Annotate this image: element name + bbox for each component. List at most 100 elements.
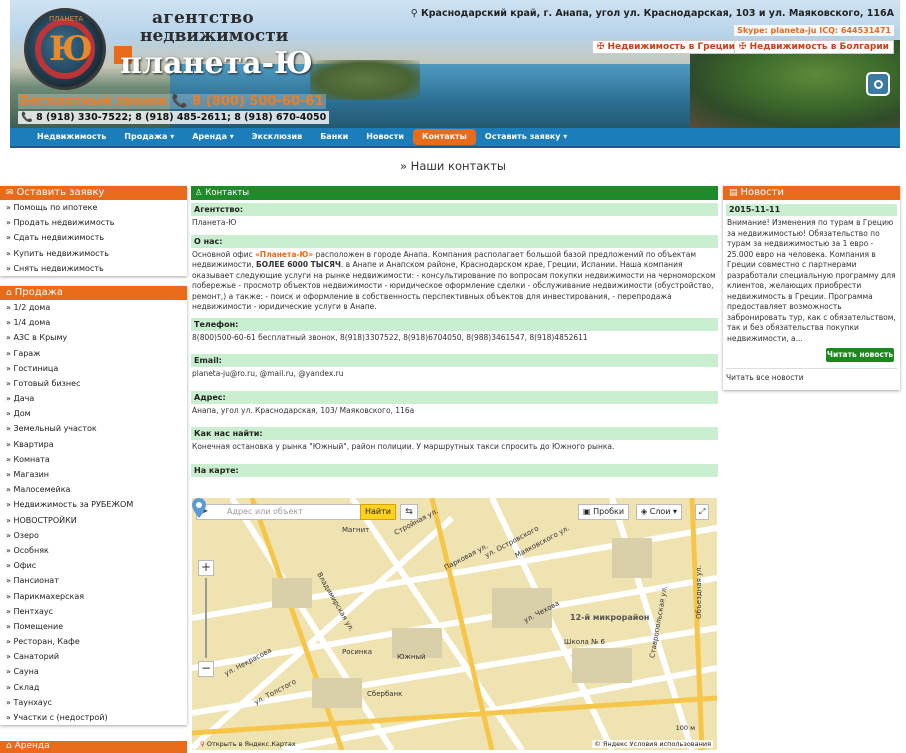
nav-item-banks[interactable]: Банки: [311, 129, 357, 145]
nav-item-sale[interactable]: Продажа ▾: [115, 129, 183, 145]
list-item[interactable]: » Озеро: [0, 528, 187, 543]
email-text[interactable]: planeta-ju@ro.ru, @mail.ru, @yandex.ru: [191, 367, 718, 382]
list-item[interactable]: » Купить недвижимость: [0, 246, 187, 261]
list-item[interactable]: » Ресторан, Кафе: [0, 634, 187, 649]
map-copyright[interactable]: © Яндекс Условия использования: [592, 740, 713, 748]
list-item[interactable]: » 1/2 дома: [0, 300, 187, 315]
greece-button[interactable]: ✠ Недвижимость в Греции: [591, 40, 740, 54]
phone-text: 8(800)500-60-61 бесплатный звонок, 8(918…: [192, 332, 588, 342]
list-item[interactable]: » Снять недвижимость: [0, 261, 187, 276]
yandex-map[interactable]: ул. Островского Парковая ул. Стройная ул…: [192, 498, 717, 750]
layers-button[interactable]: ◈ Слои ▾: [636, 504, 683, 520]
list-item[interactable]: » Квартира: [0, 437, 187, 452]
list-item-label: Санаторий: [13, 652, 60, 662]
list-item[interactable]: » Дом: [0, 406, 187, 421]
list-item[interactable]: » Земельный участок: [0, 421, 187, 436]
request-list: » Помощь по ипотеке» Продать недвижимост…: [0, 200, 187, 276]
zoom-slider[interactable]: [205, 578, 207, 658]
fullscreen-icon[interactable]: ⤢: [695, 504, 710, 520]
location-icon: ⚲: [410, 8, 421, 19]
map-poi: Сбербанк: [367, 690, 403, 698]
rent-block-header: ⌂ Аренда: [0, 741, 187, 753]
read-news-button[interactable]: Читать новость: [826, 348, 894, 362]
nav-item-rent[interactable]: Аренда ▾: [183, 129, 243, 145]
nav-item-contacts[interactable]: Контакты: [413, 129, 476, 145]
bulgaria-button[interactable]: ✠ Недвижимость в Болгарии: [733, 40, 894, 54]
all-news-link[interactable]: Читать все новости: [726, 368, 897, 390]
list-item[interactable]: » Санаторий: [0, 649, 187, 664]
list-item-label: Земельный участок: [13, 424, 97, 434]
nav-item-leave-request[interactable]: Оставить заявку ▾: [476, 129, 576, 145]
header-bush-image: [310, 60, 420, 100]
instagram-icon[interactable]: [866, 72, 890, 96]
list-item[interactable]: » Магазин: [0, 467, 187, 482]
list-item[interactable]: » Дача: [0, 391, 187, 406]
route-icon[interactable]: ⇆: [400, 504, 418, 520]
logo[interactable]: ПЛАНЕТА Ю: [24, 8, 106, 90]
left-sidebar: ✉ Оставить заявку » Помощь по ипотеке» Пр…: [0, 186, 187, 735]
list-item-label: Помощь по ипотеке: [13, 203, 98, 212]
skype-icq[interactable]: Skype: planeta-ju ICQ: 644531471: [734, 25, 894, 36]
list-item[interactable]: » Недвижимость за РУБЕЖОМ: [0, 497, 187, 512]
map-poi: Школа № 6: [564, 638, 605, 646]
zoom-out-button[interactable]: −: [198, 661, 214, 677]
list-item[interactable]: » Помещение: [0, 619, 187, 634]
list-item-label: Гостиница: [13, 363, 59, 373]
free-call-text[interactable]: Бесплатный звонок 📞 8 (800) 500-60-61: [18, 94, 326, 109]
list-item-label: Таунхаус: [13, 697, 52, 707]
nav-item-news[interactable]: Новости: [357, 129, 413, 145]
about-heading: О нас:: [191, 234, 718, 248]
about-brand: «Планета-Ю»: [255, 249, 314, 259]
list-item[interactable]: » Гараж: [0, 346, 187, 361]
instagram-lens: [874, 80, 883, 89]
list-item-label: Ресторан, Кафе: [13, 637, 80, 647]
open-in-yandex-link[interactable]: ⚲ Открыть в Яндекс.Картах: [200, 740, 296, 748]
news-date: 2015-11-11: [726, 204, 897, 216]
nav-item-exclusive[interactable]: Эксклюзив: [243, 129, 311, 145]
news-block: ▤ Новости 2015-11-11 Внимание! Изменения …: [723, 186, 900, 390]
home-icon: ⌂: [6, 287, 12, 298]
list-item[interactable]: » Офис: [0, 558, 187, 573]
traffic-button[interactable]: ▣ Пробки: [578, 504, 630, 520]
list-item[interactable]: » Готовый бизнес: [0, 376, 187, 391]
map-find-button[interactable]: Найти: [360, 504, 396, 520]
map-poi: Магнит: [342, 526, 370, 534]
location-pin-icon[interactable]: [192, 498, 206, 518]
sale-list: » 1/2 дома» 1/4 дома» АЗС в Крыму» Гараж…: [0, 300, 187, 725]
list-item-label: Парикмахерская: [13, 591, 85, 601]
list-item-label: Сауна: [13, 667, 39, 677]
list-item-label: Сдать недвижимость: [13, 233, 105, 243]
list-item-label: НОВОСТРОЙКИ: [13, 515, 77, 525]
list-item[interactable]: » 1/4 дома: [0, 315, 187, 330]
list-item[interactable]: » НОВОСТРОЙКИ: [0, 513, 187, 528]
list-item[interactable]: » Парикмахерская: [0, 589, 187, 604]
address-heading: Адрес:: [191, 390, 718, 404]
list-item-label: Пентхаус: [13, 606, 54, 616]
list-item[interactable]: » Помощь по ипотеке: [0, 200, 187, 215]
zoom-in-button[interactable]: +: [198, 560, 214, 576]
list-item[interactable]: » АЗС в Крыму: [0, 330, 187, 345]
layers-icon: ◈: [641, 507, 650, 516]
contacts-panel: ♙ Контакты Агентство: Планета-Ю О нас: О…: [191, 186, 718, 477]
logo-letter: Ю: [49, 29, 93, 69]
list-item[interactable]: » Таунхаус: [0, 695, 187, 710]
list-item[interactable]: » Сауна: [0, 664, 187, 679]
list-item-label: Пансионат: [13, 576, 59, 586]
traffic-icon: ▣: [583, 507, 594, 516]
list-item[interactable]: » Комната: [0, 452, 187, 467]
list-item[interactable]: » Сдать недвижимость: [0, 230, 187, 245]
list-item-label: Комната: [13, 454, 50, 464]
list-item[interactable]: » Продать недвижимость: [0, 215, 187, 230]
list-item[interactable]: » Гостиница: [0, 361, 187, 376]
nav-item-real-estate[interactable]: Недвижимость: [28, 129, 115, 145]
site-header: ПЛАНЕТА Ю агентство недвижимости планета…: [10, 0, 900, 128]
list-item[interactable]: » Участки с (недострой): [0, 710, 187, 725]
list-item[interactable]: » Пентхаус: [0, 604, 187, 619]
list-item-label: Продать недвижимость: [13, 218, 115, 228]
list-item[interactable]: » Особняк: [0, 543, 187, 558]
list-item[interactable]: » Склад: [0, 680, 187, 695]
list-item[interactable]: » Малосемейка: [0, 482, 187, 497]
list-item[interactable]: » Пансионат: [0, 573, 187, 588]
list-item-label: Склад: [13, 682, 40, 692]
news-title: Новости: [740, 187, 784, 198]
